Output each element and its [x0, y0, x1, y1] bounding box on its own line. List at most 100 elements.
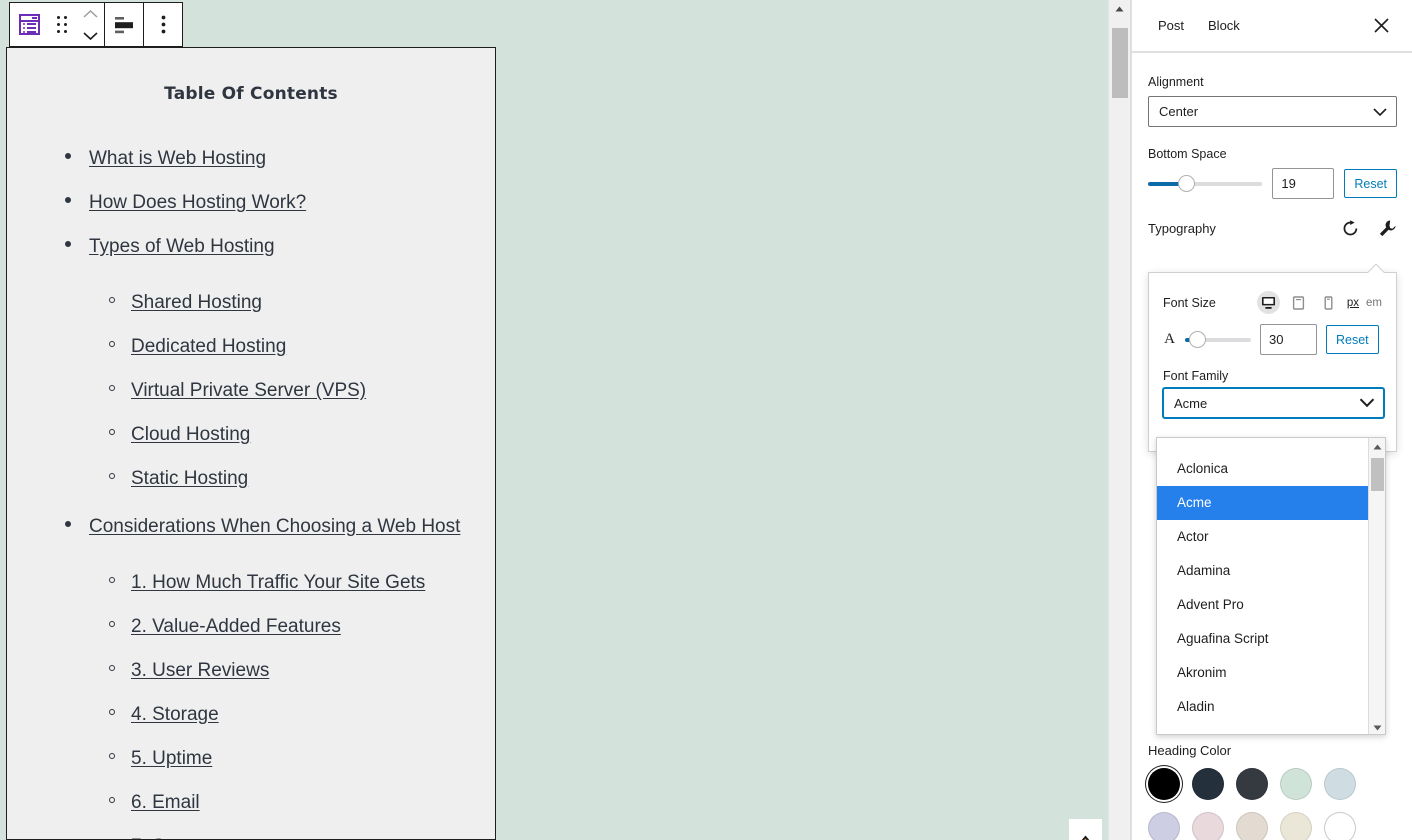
toc-link[interactable]: 6. Email — [131, 792, 200, 813]
toc-sublist: 1. How Much Traffic Your Site Gets 2. Va… — [65, 566, 495, 839]
typography-popover: Font Size px em A 30 Reset Font Family A… — [1148, 263, 1397, 452]
font-size-slider[interactable] — [1185, 330, 1251, 350]
font-option-advent-pro[interactable]: Advent Pro — [1157, 588, 1370, 622]
toc-link[interactable]: 1. How Much Traffic Your Site Gets — [131, 572, 425, 593]
bottom-space-reset-button[interactable]: Reset — [1344, 169, 1397, 198]
desktop-icon[interactable] — [1256, 291, 1280, 314]
font-dropdown-scrollbar[interactable] — [1368, 438, 1385, 734]
font-family-value: Acme — [1174, 395, 1208, 411]
typography-header: Typography — [1132, 219, 1412, 238]
tab-block[interactable]: Block — [1196, 2, 1252, 50]
canvas-scrollbar[interactable] — [1108, 0, 1130, 840]
change-alignment-icon[interactable] — [105, 3, 143, 46]
scroll-to-top-arrow-icon — [1081, 835, 1090, 840]
toc-sublist: Shared Hosting Dedicated Hosting Virtual… — [65, 286, 495, 496]
more-options-vertical-icon[interactable] — [144, 3, 182, 46]
font-option-adamina[interactable]: Adamina — [1157, 554, 1370, 588]
scrollbar-up-arrow-icon[interactable] — [1369, 438, 1385, 455]
color-swatch[interactable] — [1324, 812, 1356, 840]
wrench-icon[interactable] — [1378, 219, 1397, 238]
mobile-icon[interactable] — [1317, 291, 1340, 314]
scrollbar-down-arrow-icon[interactable] — [1369, 719, 1385, 734]
color-swatch[interactable] — [1324, 768, 1356, 800]
toc-link[interactable]: Cloud Hosting — [131, 424, 250, 445]
tablet-icon[interactable] — [1287, 291, 1310, 314]
toc-link[interactable]: 3. User Reviews — [131, 660, 269, 681]
list-item: Virtual Private Server (VPS) — [109, 374, 495, 408]
tab-post[interactable]: Post — [1146, 2, 1196, 50]
table-of-contents-block-icon[interactable] — [10, 3, 48, 46]
toc-link[interactable]: What is Web Hosting — [89, 148, 266, 169]
post-content-area[interactable]: Table Of Contents What is Web Hosting Ho… — [6, 47, 496, 840]
slider-knob[interactable] — [1178, 174, 1196, 192]
unit-px[interactable]: px — [1347, 297, 1359, 309]
alignment-label: Alignment — [1148, 75, 1204, 89]
color-swatch[interactable] — [1280, 812, 1312, 840]
font-option-acme[interactable]: Acme — [1157, 486, 1370, 520]
toc-link[interactable]: 4. Storage — [131, 704, 219, 725]
circle-bullet-icon — [109, 385, 115, 391]
toolbar-group-block — [10, 3, 105, 46]
toc-link[interactable]: Shared Hosting — [131, 292, 262, 313]
font-option-aladin[interactable]: Aladin — [1157, 690, 1370, 724]
font-size-input[interactable] — [1260, 324, 1317, 355]
color-swatch[interactable] — [1192, 768, 1224, 800]
toc-link[interactable]: Considerations When Choosing a Web Host — [89, 516, 460, 537]
list-item: 2. Value-Added Features — [109, 610, 495, 644]
font-family-combobox[interactable]: Acme — [1163, 388, 1384, 418]
alignment-select[interactable]: Center — [1148, 96, 1397, 127]
color-swatch[interactable] — [1148, 812, 1180, 840]
toc-link[interactable]: Dedicated Hosting — [131, 336, 286, 357]
toc-link[interactable]: Types of Web Hosting — [89, 236, 275, 257]
slider-knob[interactable] — [1188, 330, 1206, 348]
chevron-down-icon[interactable] — [76, 27, 104, 45]
font-size-reset-button[interactable]: Reset — [1326, 325, 1379, 354]
circle-bullet-icon — [109, 473, 115, 479]
circle-bullet-icon — [109, 709, 115, 715]
drag-handle-icon[interactable] — [48, 3, 76, 46]
editor-window: Table Of Contents What is Web Hosting Ho… — [0, 0, 1412, 840]
scroll-to-top-button[interactable] — [1069, 819, 1102, 840]
reset-circular-arrow-icon[interactable] — [1341, 219, 1360, 238]
table-of-contents-list: What is Web Hosting How Does Hosting Wor… — [7, 142, 495, 839]
editor-canvas: Table Of Contents What is Web Hosting Ho… — [0, 0, 1108, 840]
scrollbar-up-arrow-icon[interactable] — [1109, 0, 1130, 18]
list-item: What is Web Hosting — [65, 142, 495, 176]
font-option-aclonica[interactable]: Aclonica — [1157, 452, 1370, 486]
bottom-space-input[interactable] — [1272, 168, 1335, 199]
list-item: 5. Uptime — [109, 742, 495, 776]
typography-label: Typography — [1148, 221, 1216, 236]
close-icon[interactable] — [1364, 9, 1398, 43]
bottom-space-slider[interactable] — [1148, 174, 1263, 194]
font-option-aldrich[interactable]: Aldrich — [1157, 724, 1370, 734]
scrollbar-thumb[interactable] — [1371, 458, 1384, 491]
color-swatch-grid — [1132, 768, 1402, 840]
unit-em[interactable]: em — [1366, 297, 1382, 309]
toc-link[interactable]: 7. Support — [131, 836, 219, 839]
heading-color-label: Heading Color — [1148, 743, 1232, 758]
chevron-up-icon[interactable] — [76, 4, 104, 22]
font-family-option-list: Aclonica Acme Actor Adamina Advent Pro Aguafi… — [1157, 438, 1370, 734]
color-swatch[interactable] — [1192, 812, 1224, 840]
toc-link[interactable]: Static Hosting — [131, 468, 248, 489]
font-size-header: Font Size px em — [1163, 291, 1382, 314]
font-option-actor[interactable]: Actor — [1157, 520, 1370, 554]
circle-bullet-icon — [109, 577, 115, 583]
toc-link[interactable]: 2. Value-Added Features — [131, 616, 341, 637]
color-swatch[interactable] — [1236, 768, 1268, 800]
toc-link[interactable]: Virtual Private Server (VPS) — [131, 380, 366, 401]
list-item: Static Hosting — [109, 462, 495, 496]
color-swatch[interactable] — [1236, 812, 1268, 840]
list-item: Cloud Hosting — [109, 418, 495, 452]
color-swatch[interactable] — [1280, 768, 1312, 800]
scrollbar-thumb[interactable] — [1112, 28, 1128, 98]
font-option-akronim[interactable]: Akronim — [1157, 656, 1370, 690]
color-swatch[interactable] — [1148, 768, 1180, 800]
toc-link[interactable]: 5. Uptime — [131, 748, 212, 769]
sidebar-tabs: Post Block — [1132, 0, 1412, 52]
chevron-down-icon — [1373, 104, 1387, 119]
toolbar-group-more — [144, 3, 182, 46]
font-option-aguafina-script[interactable]: Aguafina Script — [1157, 622, 1370, 656]
bottom-space-label: Bottom Space — [1148, 147, 1227, 161]
toc-link[interactable]: How Does Hosting Work? — [89, 192, 306, 213]
